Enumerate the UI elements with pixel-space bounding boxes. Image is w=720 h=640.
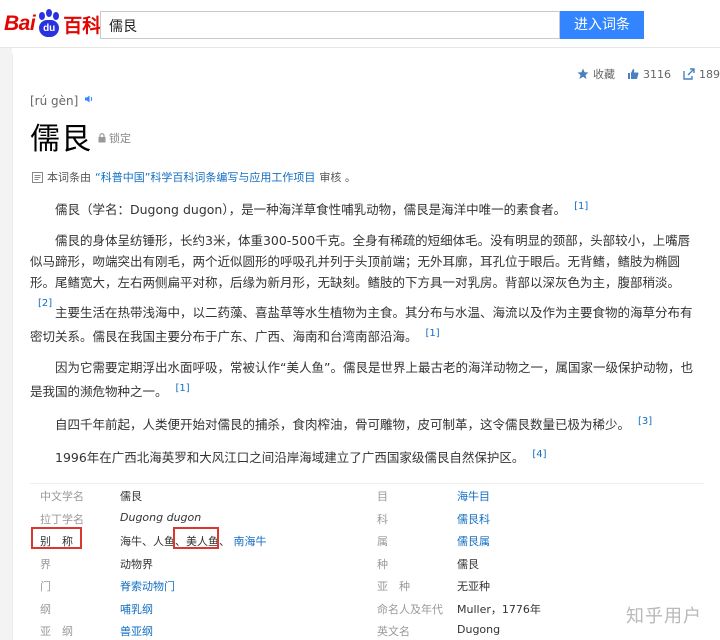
table-row: 亚 纲 兽亚纲 英文名 Dugong (40, 623, 501, 639)
share-count: 189 (699, 67, 720, 81)
info-link[interactable]: 儒艮属 (457, 533, 490, 549)
reference-link[interactable]: [1] (426, 328, 440, 339)
top-bar: Bai du 百科 儒艮 进入词条 (0, 0, 720, 48)
info-link[interactable]: 儒艮科 (457, 511, 490, 527)
table-row: 别 称 海牛、人鱼、美人鱼、 南海牛 属 儒艮属 (40, 533, 490, 549)
enter-entry-button[interactable]: 进入词条 (560, 11, 644, 39)
logo-bai: Bai (4, 12, 36, 35)
like-count: 3116 (643, 67, 671, 81)
left-gutter (0, 48, 12, 640)
basic-info-table: 中文学名 儒艮 目 海牛目 拉丁学名 Dugong dugon 科 儒艮科 别 … (30, 483, 704, 640)
reference-link[interactable]: [4] (532, 449, 546, 460)
thumbs-up-icon (628, 69, 639, 79)
pinyin: [rú gèn] (30, 94, 94, 108)
source-link[interactable]: “科普中国”科学百科词条编写与应用工作项目 (95, 169, 315, 185)
table-row: 中文学名 儒艮 目 海牛目 (40, 488, 490, 504)
review-source: 本词条由 “科普中国”科学百科词条编写与应用工作项目 审核 。 (32, 169, 356, 185)
paw-icon: du (36, 9, 62, 37)
action-bar: 收藏 3116 189 (577, 66, 720, 82)
paragraph-6: 1996年在广西北海英罗和大风江口之间沿岸海域建立了广西国家级儒艮自然保护区。[… (55, 449, 547, 466)
logo-baike: 百科 (63, 14, 102, 37)
search-input[interactable]: 儒艮 (100, 11, 560, 39)
page-title: 儒艮 (30, 122, 92, 157)
table-row: 拉丁学名 Dugong dugon 科 儒艮科 (40, 510, 490, 527)
info-link[interactable]: 脊索动物门 (120, 578, 175, 594)
info-link[interactable]: 海牛目 (457, 488, 490, 504)
info-link[interactable]: 哺乳纲 (120, 601, 153, 617)
table-row: 门 脊索动物门 亚 种 无亚种 (40, 578, 490, 594)
info-link[interactable]: 兽亚纲 (120, 623, 153, 639)
speaker-icon[interactable] (84, 94, 94, 104)
favorite-button[interactable]: 收藏 (577, 66, 615, 82)
table-row: 纲 哺乳纲 命名人及年代 Muller，1776年 (40, 601, 541, 617)
document-icon (32, 171, 43, 183)
star-icon (577, 68, 589, 79)
reference-link[interactable]: [3] (638, 416, 652, 427)
lock-status: 锁定 (98, 130, 131, 146)
reference-link[interactable]: [1] (176, 383, 190, 394)
reference-link[interactable]: [1] (574, 201, 588, 212)
share-icon (683, 68, 695, 80)
highlight-box-alias-label (31, 527, 82, 549)
lock-icon (98, 133, 106, 143)
paragraph-1: 儒艮（学名：Dugong dugon），是一种海洋草食性哺乳动物，儒艮是海洋中唯… (55, 201, 589, 218)
baidu-baike-logo[interactable]: Bai du 百科 (4, 8, 101, 40)
paragraph-5: 自四千年前起，人类便开始对儒艮的捕杀，食肉榨油，骨可雕物，皮可制革，这令儒艮数量… (55, 416, 653, 433)
info-link[interactable]: 南海牛 (234, 535, 267, 548)
paragraph-3: 主要生活在热带浅海中，以二药藻、喜盐草等水生植物为主食。其分布与水温、海流以及作… (30, 305, 693, 345)
highlight-box-mermaid (173, 527, 219, 549)
share-button[interactable]: 189 (683, 68, 720, 81)
paragraph-4: 因为它需要定期浮出水面呼吸，常被认作“美人鱼”。儒艮是世界上最古老的海洋动物之一… (30, 360, 693, 400)
table-row: 界 动物界 种 儒艮 (40, 557, 479, 571)
like-button[interactable]: 3116 (627, 68, 671, 81)
watermark: 知乎用户 (626, 606, 702, 627)
